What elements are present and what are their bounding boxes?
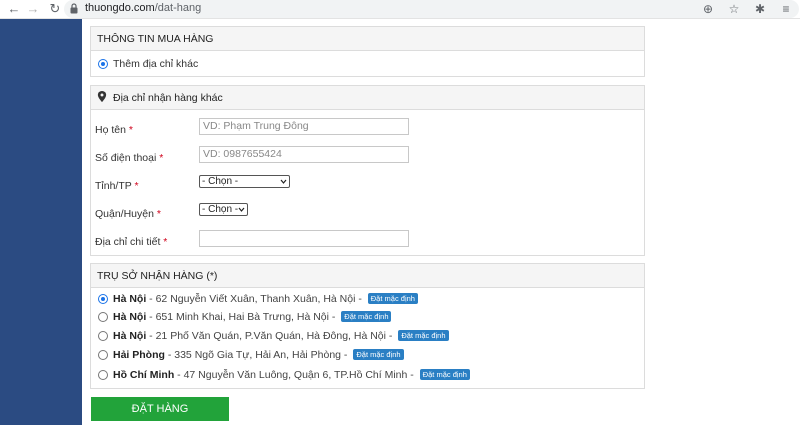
place-order-button[interactable]: ĐẶT HÀNG	[91, 397, 229, 421]
name-input[interactable]: VD: Phạm Trung Đông	[199, 118, 409, 135]
province-select-value: - Chọn -	[202, 176, 239, 187]
office-city: Hải Phòng	[113, 349, 165, 361]
forward-arrow-icon[interactable]: →	[25, 1, 41, 17]
bookmark-star-icon[interactable]: ☆	[727, 1, 741, 17]
office-city: Hà Nội	[113, 311, 147, 323]
purchase-info-panel: THÔNG TIN MUA HÀNG Thêm địa chỉ khác	[90, 26, 645, 77]
name-label: Họ tên *	[95, 124, 133, 136]
office-address: - 651 Minh Khai, Hai Bà Trưng, Hà Nội -	[146, 311, 339, 323]
phone-input[interactable]: VD: 0987655424	[199, 146, 409, 163]
district-select-value: - Chọn -	[202, 204, 239, 215]
office-address: - 47 Nguyễn Văn Luông, Quận 6, TP.Hồ Chí…	[174, 369, 417, 381]
office-radio[interactable]	[98, 350, 108, 360]
office-option[interactable]: Hà Nội - 62 Nguyễn Viết Xuân, Thanh Xuân…	[98, 292, 418, 306]
office-city: Hà Nội	[113, 330, 147, 342]
alt-address-title: Địa chỉ nhận hàng khác	[113, 92, 223, 104]
province-select[interactable]: - Chọn -	[199, 175, 290, 188]
add-address-radio[interactable]	[98, 59, 108, 69]
office-address: - 62 Nguyễn Viết Xuân, Thanh Xuân, Hà Nộ…	[146, 293, 365, 305]
district-select[interactable]: - Chọn -	[199, 203, 248, 216]
office-option[interactable]: Hà Nội - 21 Phố Văn Quán, P.Văn Quán, Hà…	[98, 329, 449, 343]
left-sidebar	[0, 19, 82, 425]
phone-label: Số điện thoại *	[95, 152, 164, 164]
reading-list-icon[interactable]: ≡	[779, 1, 793, 17]
office-option[interactable]: Hải Phòng - 335 Ngõ Gia Tự, Hải An, Hải …	[98, 348, 404, 362]
set-default-button[interactable]: Đặt mặc định	[398, 330, 449, 341]
address-bar[interactable]: thuongdo.com/dat-hang ⊕ ☆ ✱ ≡	[64, 0, 799, 18]
reload-icon[interactable]: ↻	[47, 1, 63, 17]
office-radio[interactable]	[98, 370, 108, 380]
office-radio[interactable]	[98, 294, 108, 304]
set-default-button[interactable]: Đặt mặc định	[341, 311, 392, 322]
office-radio[interactable]	[98, 312, 108, 322]
office-option[interactable]: Hồ Chí Minh - 47 Nguyễn Văn Luông, Quận …	[98, 368, 470, 382]
district-label: Quận/Huyện *	[95, 208, 161, 220]
browser-toolbar: ← → ↻ thuongdo.com/dat-hang ⊕ ☆ ✱ ≡	[0, 0, 800, 19]
url-text: thuongdo.com/dat-hang	[85, 2, 202, 14]
set-default-button[interactable]: Đặt mặc định	[419, 369, 470, 380]
office-address: - 335 Ngõ Gia Tự, Hải An, Hải Phòng -	[164, 349, 351, 361]
alt-address-panel: Địa chỉ nhận hàng khác Họ tên * VD: Phạm…	[90, 85, 645, 256]
pickup-office-title: TRỤ SỞ NHẬN HÀNG (*)	[91, 264, 644, 288]
purchase-info-title: THÔNG TIN MUA HÀNG	[91, 27, 644, 51]
extensions-puzzle-icon[interactable]: ✱	[753, 1, 767, 17]
set-default-button[interactable]: Đặt mặc định	[353, 349, 404, 360]
pickup-office-panel: TRỤ SỞ NHẬN HÀNG (*) Hà Nội - 62 Nguyễn …	[90, 263, 645, 389]
add-other-address-option[interactable]: Thêm địa chỉ khác	[98, 57, 198, 71]
office-option[interactable]: Hà Nội - 651 Minh Khai, Hai Bà Trưng, Hà…	[98, 310, 392, 324]
lock-icon	[70, 3, 78, 14]
map-pin-icon	[97, 91, 107, 102]
office-address: - 21 Phố Văn Quán, P.Văn Quán, Hà Đông, …	[146, 330, 396, 342]
zoom-icon[interactable]: ⊕	[701, 1, 715, 17]
office-city: Hồ Chí Minh	[113, 369, 175, 381]
chevron-down-icon	[280, 179, 287, 184]
province-label: Tỉnh/TP *	[95, 180, 139, 192]
detail-address-label: Địa chỉ chi tiết *	[95, 236, 168, 248]
office-radio[interactable]	[98, 331, 108, 341]
chevron-down-icon	[238, 207, 245, 212]
office-city: Hà Nội	[113, 293, 147, 305]
add-address-label: Thêm địa chỉ khác	[113, 58, 199, 70]
back-arrow-icon[interactable]: ←	[6, 1, 22, 17]
set-default-button[interactable]: Đặt mặc định	[367, 293, 418, 304]
alt-address-header: Địa chỉ nhận hàng khác	[91, 86, 644, 110]
detail-address-input[interactable]	[199, 230, 409, 247]
